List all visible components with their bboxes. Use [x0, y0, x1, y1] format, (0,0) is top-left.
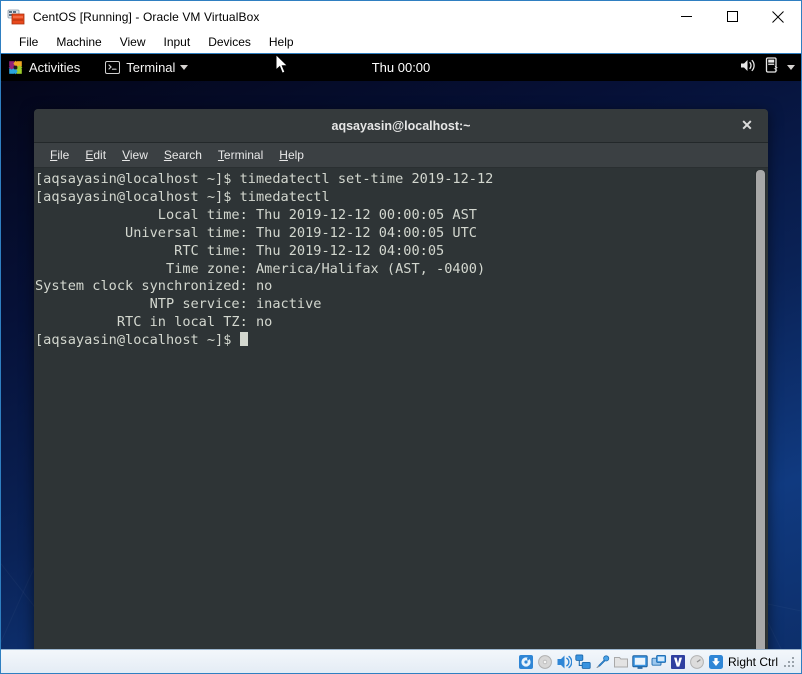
shared-folders-icon[interactable]: [613, 654, 629, 670]
terminal-prompt: [aqsayasin@localhost ~]$: [35, 332, 240, 349]
network-icon[interactable]: [575, 654, 591, 670]
terminal-line: Universal time: Thu 2019-12-12 04:00:05 …: [35, 224, 477, 241]
menu-help[interactable]: Help: [260, 32, 303, 53]
terminal-cursor: [239, 332, 248, 347]
terminal-line: [aqsayasin@localhost ~]$ timedatectl set…: [35, 171, 494, 187]
guest-screen: Activities Terminal Thu 00:00 aqsayasin@…: [1, 54, 801, 649]
window-titlebar[interactable]: CentOS [Running] - Oracle VM VirtualBox: [1, 1, 801, 32]
centos-pinwheel-icon: [8, 60, 23, 75]
recording-icon[interactable]: [689, 654, 705, 670]
terminal-menu-search[interactable]: Search: [156, 143, 210, 167]
menu-machine[interactable]: Machine: [47, 32, 110, 53]
terminal-menu-edit[interactable]: Edit: [77, 143, 114, 167]
minimize-button[interactable]: [663, 1, 709, 32]
terminal-line: NTP service: inactive: [35, 296, 322, 313]
usb-icon[interactable]: [594, 654, 610, 670]
terminal-scrollbar[interactable]: [755, 170, 766, 649]
hard-disk-icon[interactable]: [518, 654, 534, 670]
volume-speaker-icon: [740, 58, 757, 78]
host-key-label: Right Ctrl: [727, 654, 778, 669]
terminal-menu-view[interactable]: View: [114, 143, 156, 167]
gnome-terminal-window: aqsayasin@localhost:~ ✕ File Edit View S…: [34, 109, 768, 649]
terminal-line: RTC time: Thu 2019-12-12 04:00:05: [35, 242, 445, 259]
chevron-down-icon: [180, 65, 189, 70]
terminal-line: RTC in local TZ: no: [35, 314, 273, 331]
chevron-down-icon: [787, 65, 795, 70]
label-rest: erminal: [223, 148, 264, 162]
terminal-menubar: File Edit View Search Terminal Help: [34, 143, 768, 168]
scrollbar-thumb[interactable]: [756, 170, 765, 649]
close-button[interactable]: [755, 1, 801, 32]
app-menu-terminal[interactable]: Terminal: [97, 54, 196, 81]
maximize-button[interactable]: [709, 1, 755, 32]
mnemonic: S: [163, 148, 172, 162]
terminal-icon: [105, 61, 121, 74]
gnome-status-area[interactable]: [740, 54, 795, 81]
terminal-line: Time zone: America/Halifax (AST, -0400): [35, 260, 486, 277]
gnome-top-bar: Activities Terminal Thu 00:00: [1, 54, 801, 81]
menu-view[interactable]: View: [111, 32, 155, 53]
remote-desktop-icon[interactable]: [651, 654, 667, 670]
terminal-line: Local time: Thu 2019-12-12 00:00:05 AST: [35, 206, 477, 223]
label-rest: iew: [129, 148, 148, 162]
display-icon[interactable]: [632, 654, 648, 670]
virtualbox-statusbar: Right Ctrl: [1, 649, 801, 673]
activities-button[interactable]: Activities: [1, 54, 89, 81]
terminal-menu-file[interactable]: File: [42, 143, 77, 167]
terminal-output-area[interactable]: [aqsayasin@localhost ~]$ timedatectl set…: [34, 168, 768, 649]
terminal-menu-help[interactable]: Help: [271, 143, 312, 167]
optical-disc-icon[interactable]: [537, 654, 553, 670]
mnemonic: V: [122, 148, 130, 162]
terminal-title: aqsayasin@localhost:~: [331, 118, 471, 133]
host-key-icon[interactable]: [708, 654, 724, 670]
label-rest: dit: [93, 148, 107, 162]
activities-label: Activities: [29, 60, 81, 75]
terminal-menu-terminal[interactable]: Terminal: [210, 143, 271, 167]
label-rest: ile: [57, 148, 70, 162]
status-icon-group: [518, 654, 724, 670]
audio-icon[interactable]: [556, 654, 572, 670]
resize-grip-icon[interactable]: [784, 655, 797, 668]
terminal-line: [aqsayasin@localhost ~]$ timedatectl: [35, 188, 330, 205]
terminal-prompt-line: [aqsayasin@localhost ~]$: [35, 332, 750, 350]
label-rest: elp: [287, 148, 304, 162]
close-icon[interactable]: ✕: [736, 109, 758, 142]
terminal-text: [aqsayasin@localhost ~]$ timedatectl set…: [35, 171, 750, 350]
virtualbox-window: CentOS [Running] - Oracle VM VirtualBox …: [0, 0, 802, 674]
virtualbox-menubar: File Machine View Input Devices Help: [1, 32, 801, 54]
menu-input[interactable]: Input: [155, 32, 200, 53]
app-menu-label: Terminal: [126, 60, 176, 75]
menu-devices[interactable]: Devices: [199, 32, 260, 53]
mnemonic: H: [279, 148, 288, 162]
virtualbox-vm-icon: [7, 8, 25, 26]
terminal-line: System clock synchronized: no: [35, 278, 273, 295]
window-controls: [663, 1, 801, 32]
label-rest: earch: [171, 148, 202, 162]
virtualbox-logo-icon[interactable]: [670, 654, 686, 670]
menu-file[interactable]: File: [10, 32, 47, 53]
battery-charging-icon: [765, 57, 779, 78]
terminal-titlebar[interactable]: aqsayasin@localhost:~ ✕: [34, 109, 768, 143]
window-title: CentOS [Running] - Oracle VM VirtualBox: [33, 9, 260, 24]
